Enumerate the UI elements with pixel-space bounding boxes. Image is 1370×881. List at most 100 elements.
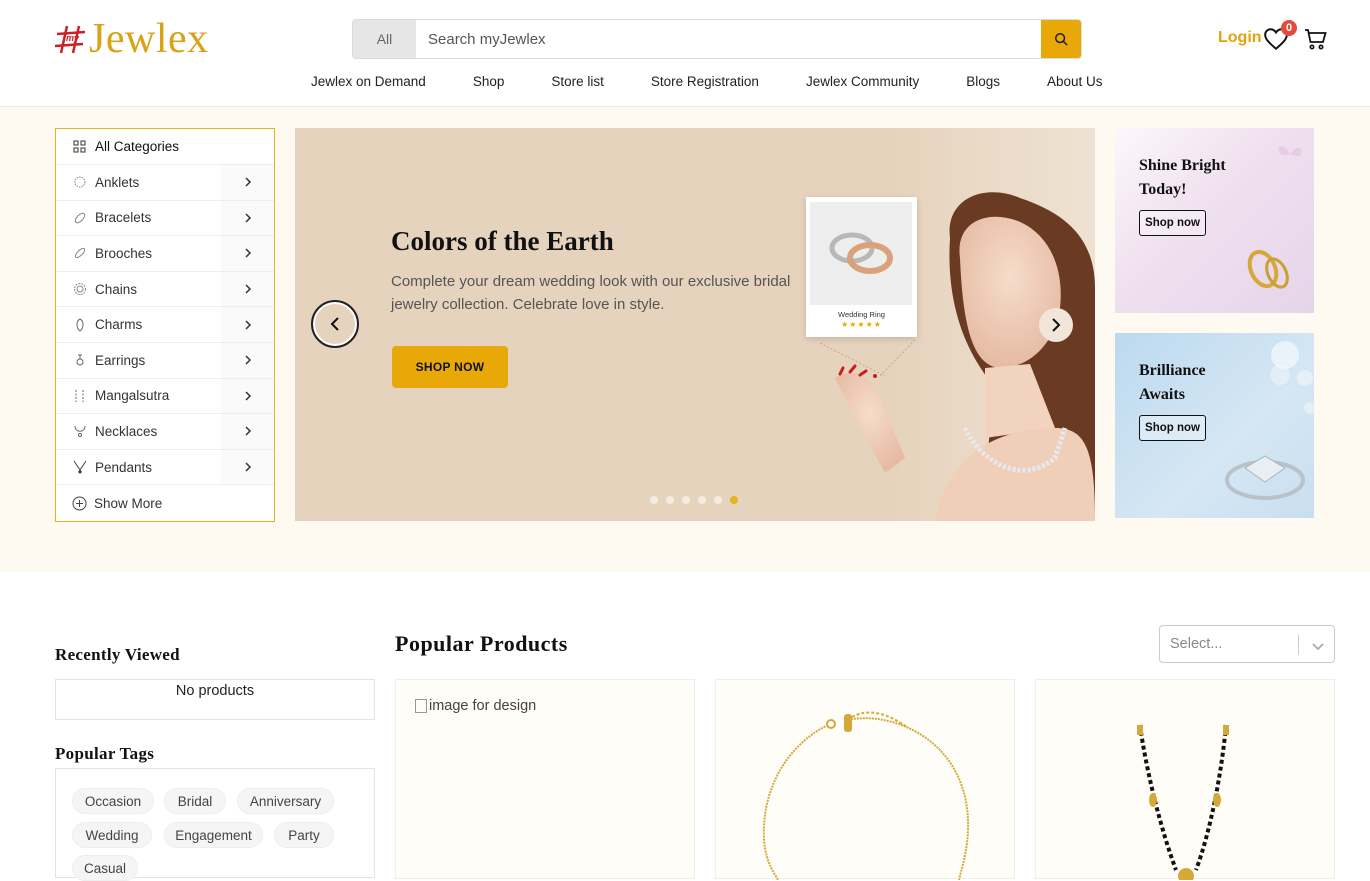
chevron-right-icon[interactable] bbox=[221, 307, 274, 342]
site-logo[interactable]: my Jewlex bbox=[54, 16, 209, 62]
nav-jewlex-on-demand[interactable]: Jewlex on Demand bbox=[311, 74, 426, 89]
show-more-label: Show More bbox=[94, 495, 163, 511]
chevron-left-icon bbox=[330, 317, 339, 331]
product-card[interactable] bbox=[1035, 679, 1335, 880]
carousel-dots bbox=[650, 496, 738, 504]
category-item-anklets[interactable]: Anklets bbox=[56, 165, 274, 201]
search-input[interactable] bbox=[416, 20, 1041, 58]
chevron-right-icon[interactable] bbox=[221, 165, 274, 200]
ring-image bbox=[1247, 249, 1289, 289]
carousel-dot[interactable] bbox=[666, 496, 674, 504]
diamond-ring-image bbox=[1225, 455, 1305, 500]
tag-occasion[interactable]: Occasion bbox=[72, 788, 154, 814]
featured-product-image bbox=[810, 202, 912, 305]
featured-product-rating: ★★★★★ bbox=[841, 320, 882, 329]
select-separator bbox=[1298, 635, 1299, 655]
chevron-down-icon bbox=[1312, 643, 1324, 651]
chain-icon bbox=[74, 283, 86, 296]
category-panel: All Categories Anklets Bracelets Brooche… bbox=[55, 128, 275, 522]
category-item-necklaces[interactable]: Necklaces bbox=[56, 414, 274, 450]
search-button[interactable] bbox=[1041, 20, 1081, 58]
carousel-dot[interactable] bbox=[650, 496, 658, 504]
search-bar: All bbox=[352, 19, 1082, 59]
banner-model-image bbox=[819, 128, 1095, 521]
tag-engagement[interactable]: Engagement bbox=[164, 822, 263, 848]
promo-shop-now-button[interactable]: Shop now bbox=[1139, 210, 1206, 236]
nav-store-list[interactable]: Store list bbox=[551, 74, 604, 89]
shop-now-button[interactable]: SHOP NOW bbox=[392, 346, 508, 388]
cart-icon bbox=[1305, 29, 1327, 50]
category-item-earrings[interactable]: Earrings bbox=[56, 342, 274, 379]
search-category-select[interactable]: All bbox=[353, 20, 416, 58]
banner-subtitle: Complete your dream wedding look with ou… bbox=[391, 273, 791, 313]
category-item-bracelets[interactable]: Bracelets bbox=[56, 200, 274, 237]
carousel-next-button[interactable] bbox=[1039, 308, 1073, 342]
chevron-right-icon[interactable] bbox=[221, 414, 274, 449]
grid-icon bbox=[73, 140, 86, 153]
category-item-charms[interactable]: Charms bbox=[56, 307, 274, 343]
category-item-mangalsutra[interactable]: Mangalsutra bbox=[56, 378, 274, 415]
wishlist-count-badge: 0 bbox=[1281, 20, 1297, 36]
popular-products-title: Popular Products bbox=[395, 631, 568, 656]
cart-button[interactable] bbox=[1304, 27, 1328, 51]
brooch-icon bbox=[74, 248, 86, 259]
broken-image-alt: image for design bbox=[429, 698, 537, 714]
recently-viewed-empty: No products bbox=[175, 683, 255, 699]
bracelet-icon bbox=[74, 212, 86, 224]
all-categories-header[interactable]: All Categories bbox=[56, 129, 274, 165]
category-item-pendants[interactable]: Pendants bbox=[56, 449, 274, 486]
chevron-right-icon[interactable] bbox=[221, 449, 274, 485]
featured-product-card[interactable]: Wedding Ring ★★★★★ bbox=[806, 197, 917, 337]
tag-wedding[interactable]: Wedding bbox=[72, 822, 152, 848]
recently-viewed-title: Recently Viewed bbox=[55, 645, 180, 664]
chevron-right-icon[interactable] bbox=[221, 236, 274, 271]
promo-title: Brilliance Awaits bbox=[1139, 362, 1206, 403]
chevron-right-icon[interactable] bbox=[221, 271, 274, 307]
nav-blogs[interactable]: Blogs bbox=[966, 74, 1000, 89]
carousel-prev-button[interactable] bbox=[311, 300, 359, 348]
product-bracelet-image bbox=[762, 711, 970, 880]
product-mangalsutra-image bbox=[1137, 724, 1229, 880]
chevron-right-icon[interactable] bbox=[221, 378, 274, 414]
site-header: my Jewlex All Jewlex on Demand Shop Stor… bbox=[0, 0, 1370, 107]
product-card[interactable] bbox=[715, 679, 1015, 880]
category-item-chains[interactable]: Chains bbox=[56, 271, 274, 308]
necklace-icon bbox=[74, 426, 86, 438]
hero-banner-carousel: Colors of the Earth Complete your dream … bbox=[295, 128, 1095, 521]
popular-tags-box: Occasion Bridal Anniversary Wedding Enga… bbox=[55, 768, 375, 881]
tag-casual[interactable]: Casual bbox=[72, 855, 138, 881]
chevron-right-icon[interactable] bbox=[221, 342, 274, 378]
show-more-categories[interactable]: Show More bbox=[56, 485, 274, 521]
tag-party[interactable]: Party bbox=[274, 822, 334, 848]
featured-product-name: Wedding Ring bbox=[838, 310, 885, 319]
chevron-right-icon[interactable] bbox=[221, 200, 274, 236]
carousel-dot[interactable] bbox=[714, 496, 722, 504]
product-card[interactable]: image for design bbox=[395, 679, 695, 879]
promo-shop-now-button[interactable]: Shop now bbox=[1139, 415, 1206, 441]
anklet-icon bbox=[74, 176, 86, 188]
chevron-right-icon bbox=[1052, 318, 1061, 332]
tag-anniversary[interactable]: Anniversary bbox=[237, 788, 334, 814]
charm-icon bbox=[76, 318, 84, 332]
promo-card-shine-bright[interactable]: Shine Bright Today! Shop now bbox=[1115, 128, 1314, 313]
logo-mark-icon: my bbox=[54, 24, 89, 54]
broken-image-icon bbox=[415, 699, 427, 713]
carousel-dot-active[interactable] bbox=[730, 496, 738, 504]
category-item-brooches[interactable]: Brooches bbox=[56, 236, 274, 272]
all-categories-label: All Categories bbox=[95, 139, 180, 154]
tag-bridal[interactable]: Bridal bbox=[164, 788, 226, 814]
nav-store-registration[interactable]: Store Registration bbox=[651, 74, 759, 89]
select-placeholder: Select... bbox=[1170, 636, 1223, 652]
nav-shop[interactable]: Shop bbox=[473, 74, 505, 89]
pendant-icon bbox=[73, 460, 87, 475]
promo-card-brilliance[interactable]: Brilliance Awaits Shop now bbox=[1115, 333, 1314, 518]
carousel-dot[interactable] bbox=[682, 496, 690, 504]
login-link[interactable]: Login bbox=[1218, 29, 1262, 47]
nav-about-us[interactable]: About Us bbox=[1047, 74, 1103, 89]
carousel-dot[interactable] bbox=[698, 496, 706, 504]
main-nav: Jewlex on Demand Shop Store list Store R… bbox=[311, 74, 1103, 89]
product-sort-select[interactable]: Select... bbox=[1159, 625, 1335, 663]
butterfly-icon bbox=[1278, 146, 1302, 157]
nav-jewlex-community[interactable]: Jewlex Community bbox=[806, 74, 919, 89]
popular-tags-title: Popular Tags bbox=[55, 744, 155, 763]
